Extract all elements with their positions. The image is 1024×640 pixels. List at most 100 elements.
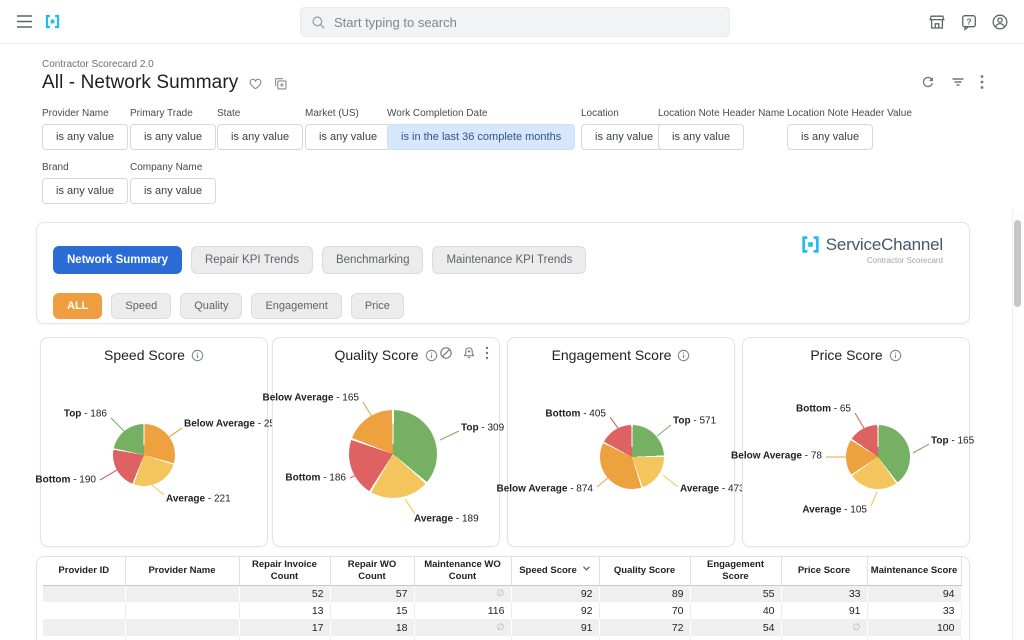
filter-work-completion-date: Work Completion Dateis in the last 36 co… <box>387 108 575 150</box>
filter-value-provider-name[interactable]: is any value <box>42 124 128 150</box>
pie-label-bottom: Bottom - 186 <box>285 473 346 484</box>
column-header-repair-wo-count[interactable]: Repair WO Count <box>330 557 414 585</box>
storefront-icon[interactable] <box>928 13 946 31</box>
tab-benchmarking[interactable]: Benchmarking <box>322 246 424 274</box>
engagement-score-pie[interactable] <box>600 425 664 489</box>
column-header-provider-id[interactable]: Provider ID <box>43 557 125 585</box>
pie-label-bottom: Bottom - 65 <box>796 404 851 415</box>
copy-dashboard-icon[interactable] <box>273 76 288 91</box>
pie-label-bottom: Bottom - 405 <box>545 409 606 420</box>
refresh-icon[interactable] <box>920 74 936 90</box>
tab-maintenance-kpi-trends[interactable]: Maintenance KPI Trends <box>432 246 586 274</box>
table-cell: 89 <box>599 585 690 602</box>
filter-value-work-completion-date[interactable]: is in the last 36 complete months <box>387 124 575 150</box>
table-cell: 94 <box>867 585 961 602</box>
table-cell <box>43 585 125 602</box>
table-row[interactable]: 1618∅9010078∅0 <box>43 636 961 640</box>
table-cell: ∅ <box>781 619 867 636</box>
table-cell: 91 <box>511 619 599 636</box>
quality-score-pie[interactable] <box>349 410 437 498</box>
menu-icon[interactable] <box>16 14 33 29</box>
search-icon <box>311 15 326 30</box>
table-cell <box>43 602 125 619</box>
scrollbar-thumb[interactable] <box>1014 220 1021 307</box>
table-cell: 17 <box>239 619 330 636</box>
filter-value-location[interactable]: is any value <box>581 124 667 150</box>
info-icon[interactable] <box>425 349 438 362</box>
table-cell: ∅ <box>781 636 867 640</box>
speed-score-pie[interactable] <box>113 424 175 486</box>
tab-speed[interactable]: Speed <box>111 293 171 319</box>
filter-location: Locationis any value <box>581 108 667 150</box>
engagement-score-card: Engagement ScoreBottom - 405Top - 571Bel… <box>507 337 735 547</box>
table-cell: 15 <box>330 602 414 619</box>
brand-name: ServiceChannel <box>826 235 943 255</box>
alert-bell-icon[interactable] <box>462 346 476 360</box>
tab-price[interactable]: Price <box>351 293 404 319</box>
table-cell: 18 <box>330 619 414 636</box>
page-title: All - Network Summary <box>42 72 238 94</box>
pie-label-average: Average - 473 <box>680 484 745 495</box>
servicechannel-brand-icon <box>800 234 821 255</box>
table-cell: 72 <box>599 619 690 636</box>
table-cell: 92 <box>511 602 599 619</box>
quality-score-card: Quality ScoreBelow Average - 165Top - 30… <box>272 337 500 547</box>
price-score-pie[interactable] <box>846 425 910 489</box>
filter-value-state[interactable]: is any value <box>217 124 303 150</box>
tab-engagement[interactable]: Engagement <box>251 293 341 319</box>
filter-value-location-note-header-name[interactable]: is any value <box>658 124 744 150</box>
column-header-provider-name[interactable]: Provider Name <box>125 557 239 585</box>
column-header-price-score[interactable]: Price Score <box>781 557 867 585</box>
table-cell: 33 <box>781 585 867 602</box>
tab-all[interactable]: ALL <box>53 293 102 319</box>
table-header-row: Provider IDProvider NameRepair Invoice C… <box>43 557 961 585</box>
column-header-quality-score[interactable]: Quality Score <box>599 557 690 585</box>
table-row[interactable]: 5257∅9289553394 <box>43 585 961 602</box>
table-cell: 92 <box>511 585 599 602</box>
table-cell: 13 <box>239 602 330 619</box>
filter-value-location-note-header-value[interactable]: is any value <box>787 124 873 150</box>
table-cell: 57 <box>330 585 414 602</box>
search-input[interactable] <box>334 15 719 30</box>
favorite-heart-icon[interactable] <box>248 76 263 90</box>
column-header-repair-invoice-count[interactable]: Repair Invoice Count <box>239 557 330 585</box>
table-cell: 55 <box>690 585 781 602</box>
table-cell: ∅ <box>414 619 511 636</box>
explore-icon[interactable] <box>439 346 453 360</box>
filter-icon[interactable] <box>950 74 966 90</box>
tile-kebab-icon[interactable] <box>485 346 489 360</box>
column-header-maintenance-wo-count[interactable]: Maintenance WO Count <box>414 557 511 585</box>
account-icon[interactable] <box>991 13 1009 31</box>
help-icon[interactable]: ? <box>960 13 978 31</box>
pie-label-top: Top - 309 <box>461 423 504 434</box>
app-root: ? Contractor Scorecard 2.0 All - Network… <box>0 0 1024 640</box>
filter-value-market-us[interactable]: is any value <box>305 124 391 150</box>
table-row[interactable]: 1718∅917254∅100 <box>43 619 961 636</box>
filter-label: Location Note Header Value <box>787 108 912 119</box>
provider-table: Provider IDProvider NameRepair Invoice C… <box>43 557 962 640</box>
price-score-card: Price ScoreBottom - 65Top - 165Below Ave… <box>742 337 970 547</box>
tab-quality[interactable]: Quality <box>180 293 242 319</box>
info-icon[interactable] <box>677 349 690 362</box>
column-header-engagement-score[interactable]: Engagement Score <box>690 557 781 585</box>
servicechannel-logo-icon[interactable] <box>44 13 61 30</box>
column-header-speed-score[interactable]: Speed Score <box>511 557 599 585</box>
info-icon[interactable] <box>889 349 902 362</box>
kebab-menu-icon[interactable] <box>980 74 984 90</box>
filter-value-primary-trade[interactable]: is any value <box>130 124 216 150</box>
pie-label-top: Top - 186 <box>64 409 107 420</box>
table-cell: 0 <box>867 636 961 640</box>
dashboard-header-card: Network Summary Repair KPI Trends Benchmar… <box>36 222 970 324</box>
tab-repair-kpi-trends[interactable]: Repair KPI Trends <box>191 246 313 274</box>
filter-company-name: Company Nameis any value <box>130 162 216 204</box>
table-row[interactable]: 13151169270409133 <box>43 602 961 619</box>
filter-brand: Brandis any value <box>42 162 128 204</box>
tab-network-summary[interactable]: Network Summary <box>53 246 182 274</box>
column-header-maintenance-score[interactable]: Maintenance Score <box>867 557 961 585</box>
pie-label-below-average: Below Average - 874 <box>496 484 593 495</box>
table-cell: 18 <box>330 636 414 640</box>
svg-text:?: ? <box>966 16 971 26</box>
filter-value-brand[interactable]: is any value <box>42 178 128 204</box>
info-icon[interactable] <box>191 349 204 362</box>
filter-value-company-name[interactable]: is any value <box>130 178 216 204</box>
